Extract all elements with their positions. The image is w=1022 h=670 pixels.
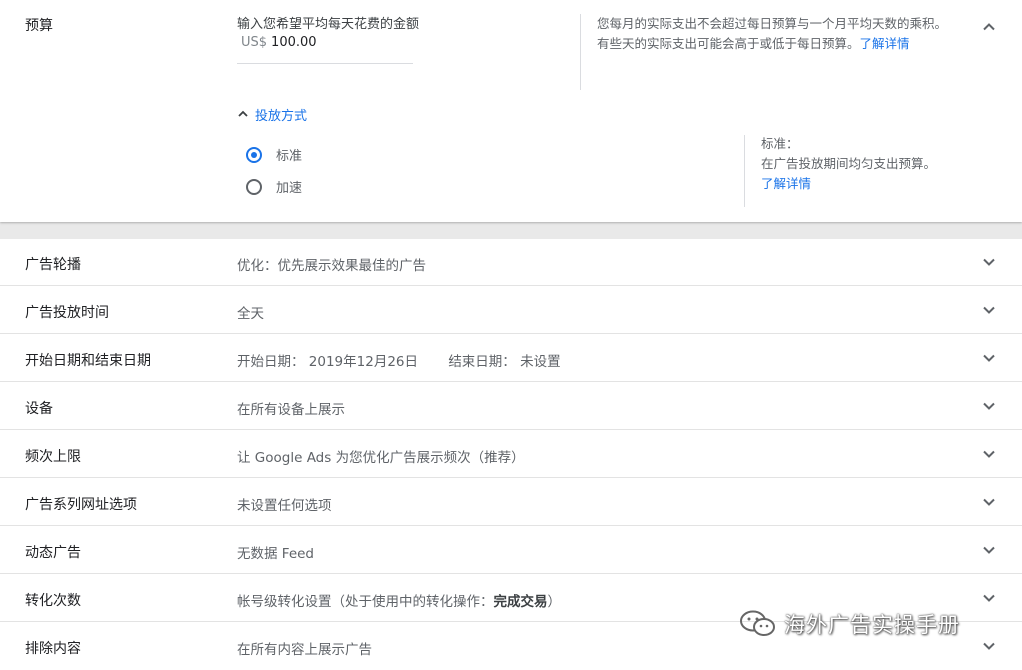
watermark-text: 海外广告实操手册 (784, 613, 960, 637)
setting-row-ad-schedule[interactable]: 广告投放时间 全天 (0, 287, 1022, 334)
conversion-action-name: 完成交易 (493, 594, 548, 610)
chevron-down-icon[interactable] (978, 539, 1000, 561)
wechat-icon (740, 610, 775, 636)
setting-title: 动态广告 (25, 545, 81, 561)
budget-title: 预算 (25, 18, 53, 34)
delivery-method-toggle[interactable]: 投放方式 (237, 104, 307, 124)
setting-row-frequency-cap[interactable]: 频次上限 让 Google Ads 为您优化广告展示频次（推荐） (0, 431, 1022, 478)
delivery-method-label: 投放方式 (255, 108, 308, 124)
delivery-help-title: 标准： (761, 136, 799, 151)
end-date-value: 结束日期： 未设置 (448, 354, 561, 370)
radio-accelerated[interactable] (246, 178, 262, 195)
delivery-learn-more-link[interactable]: 了解详情 (761, 174, 1001, 194)
setting-row-devices[interactable]: 设备 在所有设备上展示 (0, 383, 1022, 430)
divider (744, 135, 745, 207)
budget-learn-more-link[interactable]: 了解详情 (860, 36, 910, 51)
setting-title: 广告投放时间 (25, 305, 109, 321)
setting-title: 转化次数 (25, 593, 81, 609)
chevron-down-icon[interactable] (978, 251, 1000, 273)
chevron-down-icon[interactable] (978, 395, 1000, 417)
conversion-setting-text: 帐号级转化设置（处于使用中的转化操作： (237, 594, 494, 610)
setting-title: 排除内容 (25, 641, 81, 657)
delivery-option-standard[interactable]: 标准 (246, 145, 302, 164)
setting-value: 在所有内容上展示广告 (237, 642, 372, 658)
delivery-option-standard-label: 标准 (276, 149, 303, 164)
setting-value: 开始日期： 2019年12月26日 结束日期： 未设置 (237, 350, 561, 370)
start-date-value: 开始日期： 2019年12月26日 (237, 354, 419, 370)
budget-input-label: 输入您希望平均每天花费的金额 (237, 17, 420, 32)
delivery-option-accelerated-label: 加速 (276, 181, 303, 196)
conversion-setting-text-end: ） (547, 594, 562, 610)
delivery-help: 标准： 在广告投放期间均匀支出预算。 了解详情 (761, 134, 1001, 194)
setting-value: 优化：优先展示效果最佳的广告 (237, 258, 426, 274)
delivery-help-text: 在广告投放期间均匀支出预算。 (761, 156, 937, 171)
campaign-settings-list: 广告轮播 优化：优先展示效果最佳的广告 广告投放时间 全天 开始日期和结束日期 … (0, 239, 1022, 670)
chevron-down-icon[interactable] (978, 587, 1000, 609)
setting-row-url-options[interactable]: 广告系列网址选项 未设置任何选项 (0, 479, 1022, 526)
setting-title: 开始日期和结束日期 (25, 353, 151, 369)
budget-help: 您每月的实际支出不会超过每日预算与一个月平均天数的乘积。 有些天的实际支出可能会… (597, 14, 967, 54)
setting-title: 广告系列网址选项 (25, 497, 137, 513)
divider (580, 14, 581, 90)
setting-value: 全天 (237, 306, 264, 322)
watermark: 海外广告实操手册 (738, 608, 960, 640)
chevron-down-icon[interactable] (978, 299, 1000, 321)
delivery-option-accelerated[interactable]: 加速 (246, 177, 302, 196)
setting-title: 设备 (25, 401, 53, 417)
budget-amount-field[interactable]: US$ 100.00 (237, 35, 413, 64)
setting-row-dynamic-ads[interactable]: 动态广告 无数据 Feed (0, 527, 1022, 574)
setting-value: 让 Google Ads 为您优化广告展示频次（推荐） (237, 450, 525, 466)
chevron-down-icon[interactable] (978, 635, 1000, 657)
setting-value: 在所有设备上展示 (237, 402, 345, 418)
setting-title: 广告轮播 (25, 257, 81, 273)
currency-prefix: US$ (241, 35, 268, 50)
chevron-down-icon[interactable] (978, 443, 1000, 465)
budget-panel: 预算 输入您希望平均每天花费的金额 US$ 100.00 您每月的实际支出不会超过… (0, 0, 1022, 222)
chevron-up-icon[interactable] (978, 16, 1000, 38)
budget-help-line2: 有些天的实际支出可能会高于或低于每日预算。 (597, 36, 860, 51)
radio-standard[interactable] (246, 146, 262, 163)
setting-title: 频次上限 (25, 449, 81, 465)
budget-amount-value: 100.00 (271, 35, 317, 50)
chevron-down-icon[interactable] (978, 491, 1000, 513)
setting-value: 无数据 Feed (237, 546, 314, 562)
setting-value: 未设置任何选项 (237, 498, 332, 514)
chevron-up-icon (238, 110, 248, 117)
budget-help-line1: 您每月的实际支出不会超过每日预算与一个月平均天数的乘积。 (597, 16, 948, 31)
chevron-down-icon[interactable] (978, 347, 1000, 369)
setting-value: 帐号级转化设置（处于使用中的转化操作：完成交易） (237, 590, 561, 610)
setting-row-ad-rotation[interactable]: 广告轮播 优化：优先展示效果最佳的广告 (0, 239, 1022, 286)
setting-row-dates[interactable]: 开始日期和结束日期 开始日期： 2019年12月26日 结束日期： 未设置 (0, 335, 1022, 382)
